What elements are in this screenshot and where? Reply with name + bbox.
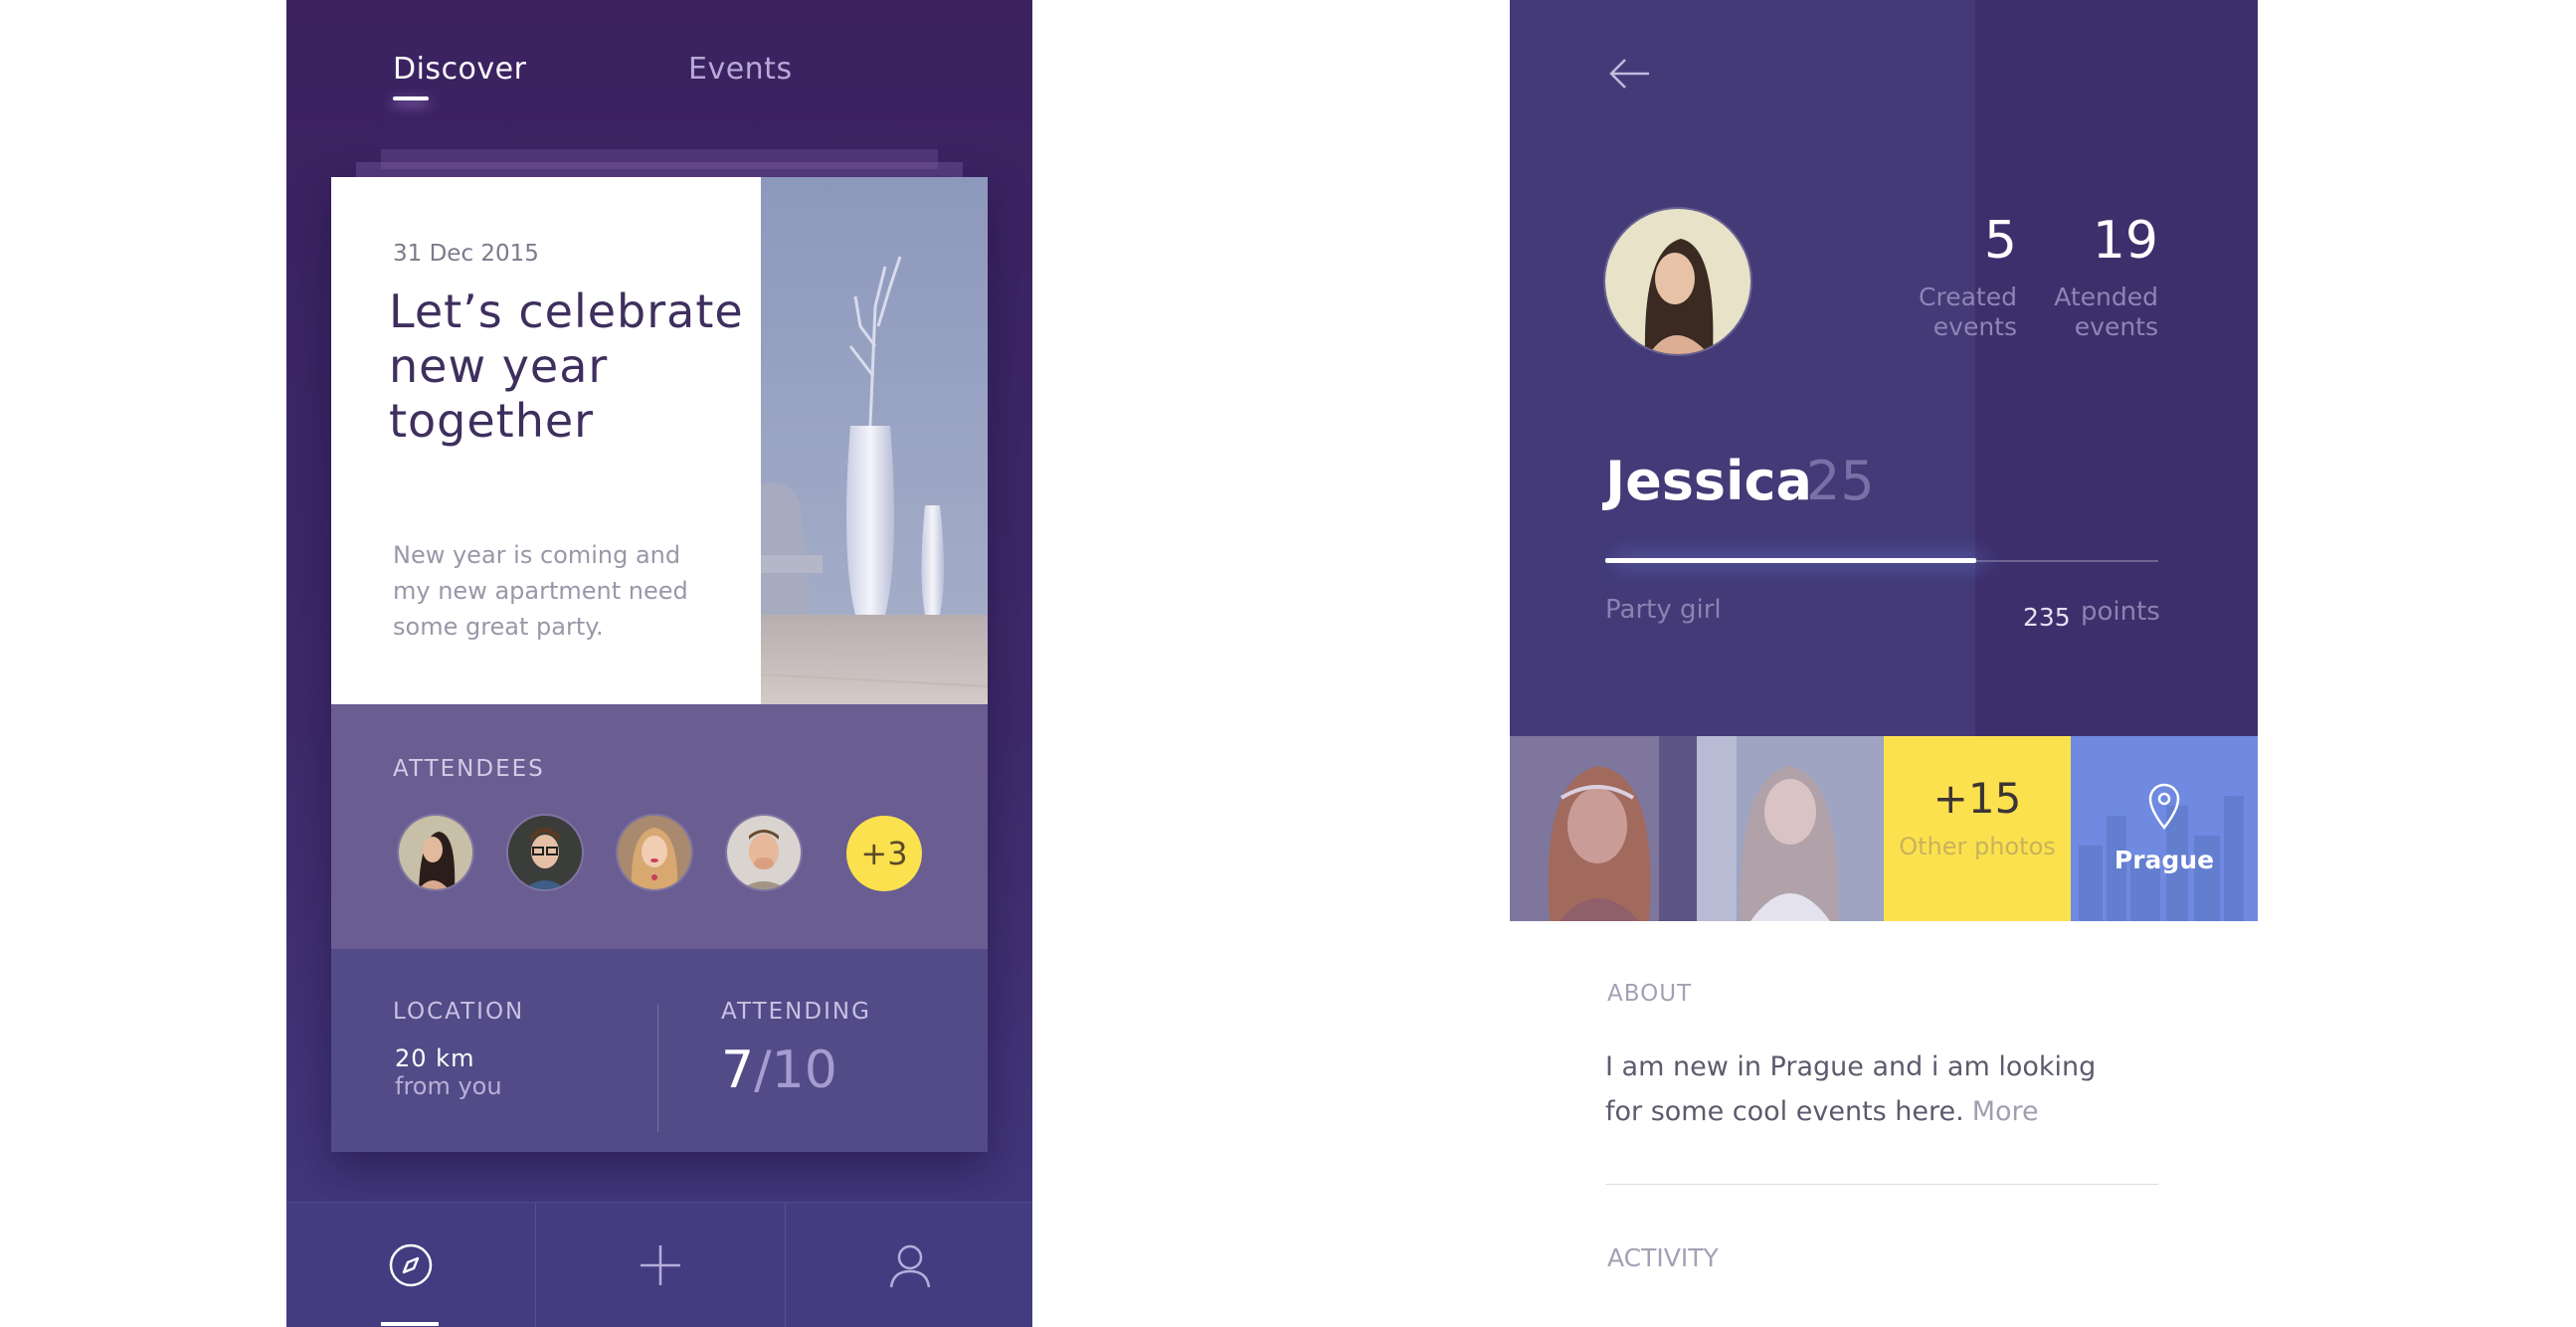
bottom-nav <box>286 1202 1032 1327</box>
event-card[interactable]: 31 Dec 2015 Let’s celebrate new year tog… <box>331 177 988 1152</box>
attending-current: 7 <box>721 1041 755 1100</box>
event-photo <box>761 177 988 704</box>
compass-icon <box>389 1243 432 1287</box>
attending-count: 7/10 <box>721 1041 837 1100</box>
activity-heading: ACTIVITY <box>1607 1243 1719 1272</box>
about-heading: ABOUT <box>1607 981 1693 1007</box>
attendees-label: ATTENDEES <box>393 756 545 782</box>
more-attendees-badge[interactable]: +3 <box>846 816 922 891</box>
details-divider <box>657 1005 658 1132</box>
more-link[interactable]: More <box>1972 1096 2039 1127</box>
location-tile[interactable]: Prague <box>2071 736 2258 921</box>
active-tab-indicator <box>393 96 429 100</box>
attending-label: ATTENDING <box>721 999 871 1025</box>
event-description: New year is coming and my new apartment … <box>393 541 688 641</box>
attendee-avatar[interactable] <box>399 816 472 889</box>
event-card-info: 31 Dec 2015 Let’s celebrate new year tog… <box>331 177 761 704</box>
profile-photo[interactable] <box>1510 736 1697 921</box>
location-distance: 20 km <box>395 1044 475 1072</box>
profile-photo[interactable] <box>1697 736 1884 921</box>
profile-screen: 5 Created events 19 Atended events Jessi… <box>1510 0 2258 1327</box>
attendee-avatar[interactable] <box>618 816 691 889</box>
points-progress-fill <box>1605 558 1976 563</box>
attended-events-label: Atended events <box>2054 283 2158 341</box>
profile-age: 25 <box>1806 450 1875 512</box>
nav-discover[interactable] <box>286 1203 534 1327</box>
map-pin-icon <box>2148 783 2180 830</box>
profile-avatar[interactable] <box>1605 209 1750 354</box>
other-photos-label: Other photos <box>1899 833 2056 860</box>
city-label: Prague <box>2114 846 2215 874</box>
attendees-section: ATTENDEES +3 <box>331 704 988 949</box>
location-label: LOCATION <box>393 999 525 1025</box>
tab-events[interactable]: Events <box>688 52 793 87</box>
attending-total: /10 <box>754 1041 837 1100</box>
nav-profile[interactable] <box>786 1203 1032 1327</box>
about-text: I am new in Prague and i am looking for … <box>1605 1044 2122 1134</box>
location-sub: from you <box>395 1072 502 1100</box>
profile-role: Party girl <box>1605 595 1722 625</box>
tab-discover[interactable]: Discover <box>393 52 526 87</box>
plus-icon <box>640 1245 680 1285</box>
points-label: points <box>2081 597 2160 627</box>
created-events-label: Created events <box>1919 283 2017 341</box>
section-divider <box>1605 1184 2158 1185</box>
attended-events-count: 19 <box>2092 211 2158 271</box>
created-events-count: 5 <box>1983 211 2017 271</box>
attendee-avatar[interactable] <box>508 816 582 889</box>
back-button[interactable] <box>1601 52 1657 95</box>
nav-create[interactable] <box>536 1203 784 1327</box>
profile-header: 5 Created events 19 Atended events Jessi… <box>1510 0 2258 736</box>
discover-screen: Discover Events 31 Dec 2015 Let’s celebr… <box>286 0 1032 1327</box>
user-icon <box>889 1244 930 1288</box>
event-title: Let’s celebrate new year together <box>389 284 744 448</box>
other-photos-count: +15 <box>1932 774 2022 823</box>
active-nav-indicator <box>381 1322 439 1326</box>
profile-name: Jessica <box>1605 450 1812 512</box>
photos-strip: +15 Other photos Prague <box>1510 736 2258 921</box>
other-photos-tile[interactable]: +15 Other photos <box>1884 736 2071 921</box>
points-value: 235 <box>2023 603 2071 632</box>
event-date: 31 Dec 2015 <box>393 241 539 267</box>
header-panel <box>1510 0 1975 736</box>
event-details-section: LOCATION 20 km from you ATTENDING 7/10 <box>331 949 988 1152</box>
attendee-avatar[interactable] <box>727 816 801 889</box>
back-arrow-icon <box>1609 59 1649 89</box>
